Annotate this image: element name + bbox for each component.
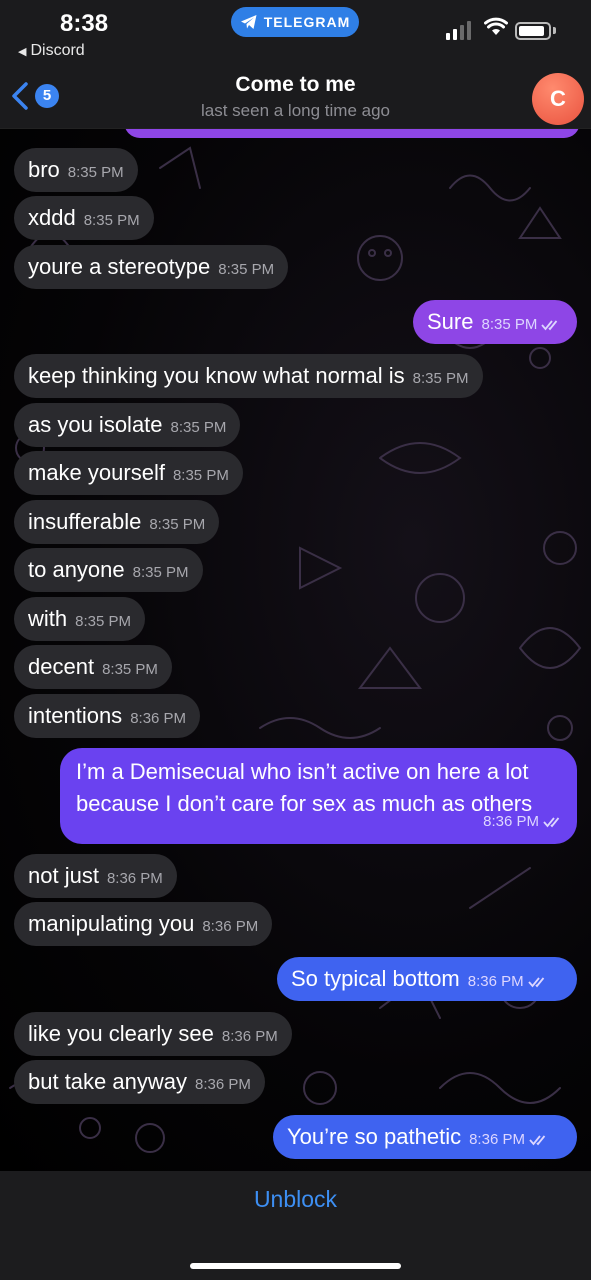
message-time: 8:35 PM [172,467,229,484]
message-time: 8:35 PM [102,661,158,678]
message-text: decent [28,654,95,679]
telegram-pill-label: TELEGRAM [263,14,351,30]
home-indicator [190,1263,401,1269]
battery-cap [553,27,556,34]
message-time: 8:36 PM [467,973,524,990]
message-text: bro [28,157,60,182]
incoming-message-bubble[interactable]: to anyone 8:35 PM [14,548,203,592]
outgoing-message-bubble[interactable]: I’m a Demisecual who isn’t active on her… [60,748,577,844]
avatar[interactable]: C [532,73,584,125]
message-time: 8:35 PM [218,261,275,278]
message-time: 8:36 PM [106,870,163,887]
incoming-message-bubble[interactable]: but take anyway 8:36 PM [14,1060,265,1104]
message-text: xddd [28,205,76,230]
status-bar: 8:38 ◀ Discord TELEGRAM [0,0,591,70]
last-seen-status: last seen a long time ago [200,101,390,120]
incoming-message-bubble[interactable]: make yourself 8:35 PM [14,451,243,495]
message-time: 8:35 PM [83,212,140,229]
message-text: but take anyway [28,1069,187,1094]
message-text: not just [28,863,99,888]
incoming-message-bubble[interactable]: with 8:35 PM [14,597,145,641]
message-text: Sure [427,309,474,334]
message-time: 8:36 PM [130,710,187,727]
battery-level [519,26,544,36]
message-text: intentions [28,703,123,728]
message-text: as you isolate [28,412,163,437]
message-text: I’m a Demisecual who isn’t active on her… [76,759,533,816]
chat-header: 5 Come to me last seen a long time ago C [0,70,591,129]
message-text: manipulating you [28,911,195,936]
incoming-message-bubble[interactable]: intentions 8:36 PM [14,694,201,738]
incoming-message-bubble[interactable]: xddd 8:35 PM [14,196,154,240]
message-time: 8:35 PM [132,564,189,581]
outgoing-message-bubble[interactable]: You’re so pathetic 8:36 PM [273,1115,577,1159]
double-check-icon [541,320,558,331]
cellular-signal-icon [446,18,474,40]
message-text: to anyone [28,557,125,582]
incoming-message-bubble[interactable]: youre a stereotype 8:35 PM [14,245,289,289]
telegram-pill[interactable]: TELEGRAM [231,7,359,37]
incoming-message-bubble[interactable]: as you isolate 8:35 PM [14,403,241,447]
back-to-app-link[interactable]: ◀ Discord [18,42,85,60]
wifi-icon [484,17,508,35]
message-time: 8:35 PM [67,164,124,181]
incoming-message-bubble[interactable]: not just 8:36 PM [14,854,177,898]
message-text: insufferable [28,509,142,534]
incoming-message-bubble[interactable]: like you clearly see 8:36 PM [14,1012,292,1056]
unblock-button[interactable]: Unblock [0,1186,591,1213]
message-time: 8:36 PM [194,1076,251,1093]
incoming-message-bubble[interactable]: insufferable 8:35 PM [14,500,220,544]
message-time: 8:35 PM [75,613,131,630]
back-triangle-icon: ◀ [18,46,27,58]
message-text: youre a stereotype [28,254,211,279]
message-time: 8:35 PM [149,516,206,533]
message-list[interactable]: bro 8:35 PM xddd 8:35 PM youre a stereotype 8… [0,128,591,1171]
double-check-icon [529,1135,546,1146]
incoming-message-bubble[interactable]: bro 8:35 PM [14,148,138,192]
incoming-message-bubble[interactable]: manipulating you 8:36 PM [14,902,273,946]
bottom-bar: Unblock [0,1171,591,1280]
message-text: You’re so pathetic [287,1124,462,1149]
partial-outgoing-bubble [124,128,580,138]
message-time: 8:36 PM [221,1028,278,1045]
message-time: 8:35 PM [412,370,469,387]
message-meta: 8:36 PM [483,806,563,838]
message-text: make yourself [28,460,165,485]
message-time: 8:36 PM [202,918,259,935]
double-check-icon [527,977,544,988]
message-time: 8:35 PM [481,316,538,333]
battery-icon [515,22,551,40]
message-text: with [28,606,68,631]
double-check-icon [543,817,560,828]
incoming-message-bubble[interactable]: keep thinking you know what normal is 8:3… [14,354,483,398]
outgoing-message-bubble[interactable]: Sure 8:35 PM [413,300,577,344]
paper-plane-icon [240,15,257,29]
outgoing-message-bubble[interactable]: So typical bottom 8:36 PM [277,957,577,1001]
incoming-message-bubble[interactable]: decent 8:35 PM [14,645,172,689]
message-time: 8:35 PM [170,419,227,436]
back-app-label: Discord [30,42,85,59]
message-text: like you clearly see [28,1021,214,1046]
chat-title[interactable]: Come to me [0,73,591,97]
message-text: So typical bottom [291,966,460,991]
message-text: keep thinking you know what normal is [28,363,405,388]
clock: 8:38 [60,10,109,37]
message-time: 8:36 PM [469,1131,525,1148]
message-time: 8:36 PM [483,813,539,830]
